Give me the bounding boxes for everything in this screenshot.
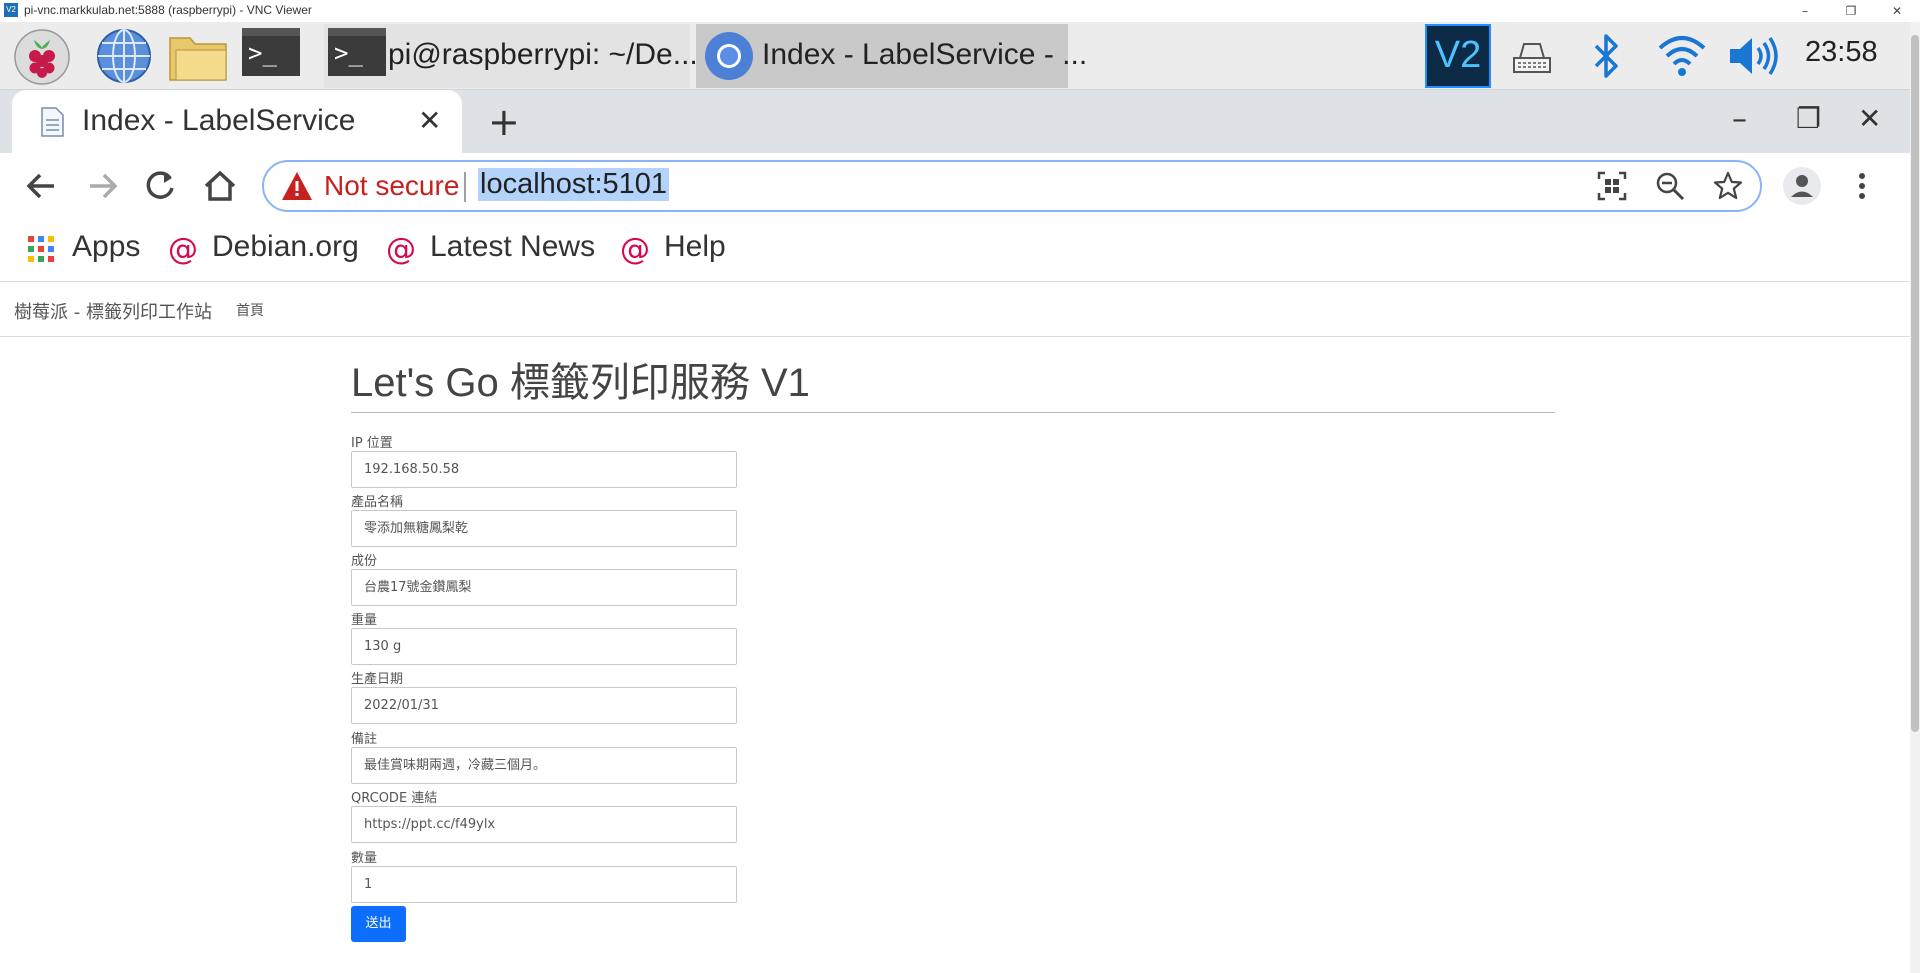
url-separator: [464, 172, 466, 202]
tab-title: Index - LabelService: [82, 104, 356, 137]
back-button[interactable]: [20, 164, 64, 208]
bookmark-apps[interactable]: Apps: [72, 230, 140, 264]
raspberry-menu-icon[interactable]: [12, 28, 72, 86]
production-date-label: 生產日期: [351, 672, 404, 687]
vnc-window-title: pi-vnc.markkulab.net:5888 (raspberrypi) …: [24, 3, 312, 17]
bookmark-star-icon[interactable]: [1712, 170, 1744, 202]
qrcode-link-label: QRCODE 連結: [351, 791, 438, 806]
wifi-icon[interactable]: [1656, 32, 1708, 80]
bookmark-help[interactable]: Help: [664, 230, 726, 264]
page-favicon-icon: [38, 106, 66, 138]
weight-label: 重量: [351, 613, 378, 628]
browser-close-button[interactable]: ✕: [1858, 102, 1881, 135]
zoom-out-icon[interactable]: [1654, 170, 1686, 202]
vnc-close-button[interactable]: ✕: [1874, 0, 1920, 22]
keyboard-tray-icon[interactable]: [1510, 36, 1554, 76]
vnc-scrollbar-thumb[interactable]: [1911, 35, 1919, 732]
site-brand[interactable]: 樹莓派 - 標籤列印工作站: [14, 298, 212, 324]
page-title: Let's Go 標籤列印服務 V1: [351, 361, 810, 405]
bookmark-latest-news[interactable]: Latest News: [430, 230, 595, 264]
profile-avatar-icon[interactable]: [1782, 166, 1822, 206]
url-text[interactable]: localhost:5101: [478, 168, 670, 201]
debian-swirl-icon: @: [386, 232, 416, 267]
ip-address-label: IP 位置: [351, 436, 393, 451]
ingredients-input[interactable]: 台農17號金鑽鳳梨: [351, 569, 737, 606]
volume-icon[interactable]: [1726, 34, 1780, 78]
bookmark-debian-org[interactable]: Debian.org: [212, 230, 359, 264]
chromium-icon: [703, 30, 755, 82]
browser-restore-button[interactable]: ❐: [1796, 102, 1821, 135]
weight-input[interactable]: 130 g: [351, 628, 737, 665]
more-menu-icon[interactable]: [1852, 170, 1872, 202]
quantity-input[interactable]: 1: [351, 866, 737, 903]
vnc-logo-icon: V2: [4, 3, 18, 17]
vnc-minimize-button[interactable]: –: [1782, 0, 1828, 22]
nav-link-home[interactable]: 首頁: [236, 300, 264, 320]
qr-code-icon[interactable]: [1596, 170, 1628, 202]
forward-button[interactable]: [80, 164, 124, 208]
site-navbar: [0, 282, 1910, 337]
debian-swirl-icon: @: [168, 232, 198, 267]
vnc-server-tray-icon[interactable]: V2: [1425, 24, 1491, 88]
product-name-input[interactable]: 零添加無糖鳳梨乾: [351, 510, 737, 547]
debian-swirl-icon: @: [620, 232, 650, 267]
file-manager-icon[interactable]: [168, 32, 228, 82]
new-tab-button[interactable]: +: [488, 100, 520, 144]
submit-button[interactable]: 送出: [351, 906, 406, 942]
remarks-input[interactable]: 最佳賞味期兩週，冷藏三個月。: [351, 747, 737, 784]
production-date-input[interactable]: 2022/01/31: [351, 687, 737, 724]
qrcode-link-input[interactable]: https://ppt.cc/f49ylx: [351, 806, 737, 843]
bluetooth-icon[interactable]: [1592, 32, 1622, 80]
reload-button[interactable]: [138, 164, 182, 208]
taskbar-terminal-label: pi@raspberrypi: ~/De...: [388, 38, 698, 71]
warning-icon: [280, 170, 314, 202]
terminal-launcher-icon[interactable]: >_: [242, 28, 300, 76]
clock[interactable]: 23:58: [1805, 36, 1878, 69]
web-browser-launcher-icon[interactable]: [96, 28, 152, 84]
ip-address-input[interactable]: 192.168.50.58: [351, 451, 737, 488]
heading-divider: [351, 412, 1555, 413]
taskbar-browser-label: Index - LabelService - ...: [762, 38, 1088, 71]
remarks-label: 備註: [351, 732, 378, 747]
not-secure-label[interactable]: Not secure: [324, 170, 459, 202]
vnc-restore-button[interactable]: ❐: [1828, 0, 1874, 22]
browser-minimize-button[interactable]: –: [1732, 102, 1747, 137]
home-button[interactable]: [198, 164, 242, 208]
ingredients-label: 成份: [351, 554, 378, 569]
tab-close-icon[interactable]: ✕: [418, 104, 441, 137]
product-name-label: 產品名稱: [351, 495, 404, 510]
quantity-label: 數量: [351, 851, 378, 866]
terminal-window-icon: >_: [328, 28, 386, 76]
apps-grid-icon[interactable]: [28, 236, 54, 262]
